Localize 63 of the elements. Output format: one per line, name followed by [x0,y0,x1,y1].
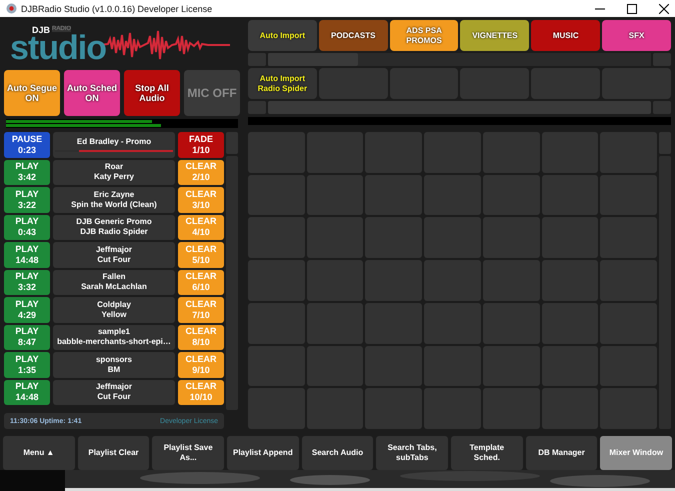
play-button[interactable]: PLAY 4:29 [4,297,50,322]
play-button[interactable]: PLAY 3:42 [4,160,50,185]
track-text: Fallen [102,272,126,282]
track-text: sponsors [96,354,132,365]
close-icon[interactable] [659,4,669,14]
window-title: DJBRadio Studio (v1.0.0.16) Developer License [21,4,212,14]
track-text: Spin the World (Clean) [71,200,157,210]
toolbar-button[interactable]: Template Sched. [451,436,523,470]
track-text: DJB Generic Promo [76,217,152,228]
track-cell[interactable]: Roar Katy Perry [53,160,175,185]
control-button[interactable]: Stop All Audio [124,70,180,116]
toolbar-button[interactable]: Search Audio [302,436,374,470]
track-text: Eric Zayne [94,190,134,200]
track-text: Ed Bradley - Promo [76,137,152,148]
track-text: Yellow [102,310,126,320]
track-text: BM [108,364,120,375]
play-button[interactable]: PLAY 14:48 [4,380,50,405]
scroll-thumb[interactable] [268,53,358,66]
toolbar-button[interactable]: Playlist Append [227,436,299,470]
track-cell[interactable]: Jeffmajor Cut Four [53,242,175,268]
track-text: Jeffmajor [96,244,132,255]
play-button[interactable]: PLAY 3:22 [4,187,50,212]
play-button[interactable]: PLAY 0:43 [4,214,50,240]
track-text: Cut Four [97,254,131,265]
track-text: DJB Radio Spider [80,227,148,238]
track-text: Katy Perry [94,172,134,182]
track-cell[interactable]: Ed Bradley - Promo [53,132,175,158]
category-tab[interactable]: Auto Import [248,20,317,51]
track-cell[interactable]: sponsors BM [53,352,175,378]
track-cell[interactable]: DJB Generic Promo DJB Radio Spider [53,214,175,240]
track-text: Sarah McLachlan [81,282,147,292]
track-cell[interactable]: Jeffmajor Cut Four [53,380,175,405]
play-button[interactable]: PLAY 14:48 [4,242,50,268]
track-text: Roar [104,162,124,172]
play-button[interactable]: PLAY 1:35 [4,352,50,378]
toolbar-button[interactable]: Menu ▲ [3,436,75,470]
category-tab[interactable]: MUSIC [531,20,600,51]
play-button[interactable]: PLAY 3:32 [4,270,50,295]
toolbar-button[interactable]: Playlist Save As... [152,436,224,470]
category-tab[interactable]: SFX [602,20,671,51]
subtab-button[interactable]: Auto Import Radio Spider [248,68,317,99]
track-text: Jeffmajor [96,382,132,392]
scroll-thumb[interactable] [268,101,651,114]
track-cell[interactable]: Eric Zayne Spin the World (Clean) [53,187,175,212]
track-text: babble-merchants-short-epi… [57,337,171,348]
toolbar-button[interactable]: Search Tabs, subTabs [376,436,448,470]
track-cell[interactable]: Fallen Sarah McLachlan [53,270,175,295]
control-button[interactable]: Auto Sched ON [64,70,120,116]
category-tab[interactable]: PODCASTS [318,20,388,51]
track-text: sample1 [98,327,130,338]
play-button[interactable]: PAUSE 0:23 [4,132,50,158]
track-text: Coldplay [97,300,131,310]
maximize-icon[interactable] [627,4,637,14]
logo-brand: DJB [32,25,50,35]
toolbar-button[interactable]: Mixer Window [600,436,672,470]
track-cell[interactable]: Coldplay Yellow [53,297,175,322]
track-cell[interactable]: sample1 babble-merchants-short-epi… [53,324,175,350]
play-button[interactable]: PLAY 8:47 [4,324,50,350]
track-text: Cut Four [97,392,131,402]
toolbar-button[interactable]: DB Manager [526,436,598,470]
clear-button[interactable]: FADE 1/10 [178,132,224,158]
app-icon [6,3,17,14]
toolbar-button[interactable]: Playlist Clear [78,436,150,470]
